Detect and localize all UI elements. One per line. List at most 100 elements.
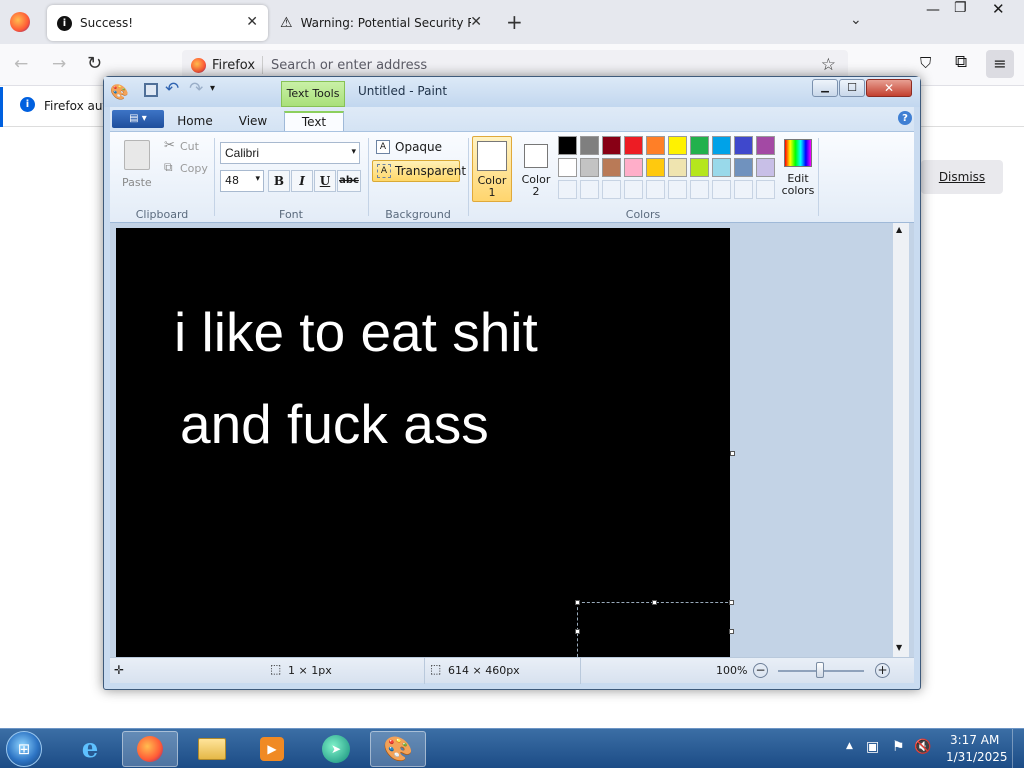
palette-swatch[interactable] [624,158,643,177]
custom-color-slot[interactable] [734,180,753,199]
paste-icon[interactable] [124,140,150,170]
custom-color-slot[interactable] [756,180,775,199]
bookmark-star-icon[interactable]: ☆ [821,55,836,75]
minimize-icon[interactable]: — [926,2,940,18]
edit-colors-button[interactable]: Edit colors [778,136,818,202]
palette-swatch[interactable] [558,158,577,177]
custom-color-slot[interactable] [624,180,643,199]
font-size-select[interactable]: 48 ▾ [220,170,264,192]
redo-icon[interactable]: ↷ [189,79,203,99]
palette-swatch[interactable] [624,136,643,155]
cut-icon[interactable]: ✂ [164,138,175,153]
scroll-down-icon[interactable]: ▼ [896,643,902,652]
clock-date[interactable]: 1/31/2025 [946,750,1008,764]
palette-swatch[interactable] [734,136,753,155]
tab-success[interactable]: i Success! ✕ [47,5,268,41]
undo-icon[interactable]: ↶ [165,79,179,99]
help-icon[interactable]: ? [898,111,912,125]
maximize-button[interactable]: ☐ [839,79,865,97]
copy-icon[interactable]: ⧉ [164,160,173,175]
minimize-button[interactable]: ▁ [812,79,838,97]
palette-swatch[interactable] [734,158,753,177]
palette-swatch[interactable] [690,158,709,177]
taskbar-paint[interactable]: 🎨 [370,731,426,767]
selection-handle[interactable] [729,600,734,605]
selection-handle[interactable] [652,600,657,605]
close-tab-icon[interactable]: ✕ [470,14,482,30]
drawing-canvas[interactable]: i like to eat shit and fuck ass [116,228,730,657]
dismiss-button[interactable]: Dismiss [921,160,1003,194]
strikethrough-button[interactable]: abc [337,170,361,192]
extensions-icon[interactable]: ⧉ [955,52,967,72]
font-family-select[interactable]: Calibri ▾ [220,142,360,164]
palette-swatch[interactable] [602,158,621,177]
action-center-flag-icon[interactable]: ⚑ [892,739,905,755]
palette-swatch[interactable] [690,136,709,155]
palette-swatch[interactable] [646,158,665,177]
clock-time[interactable]: 3:17 AM [950,733,999,747]
palette-swatch[interactable] [558,136,577,155]
taskbar-ie[interactable]: e [62,731,118,767]
palette-swatch[interactable] [580,136,599,155]
reload-icon[interactable]: ↻ [87,53,102,74]
zoom-out-button[interactable]: − [753,663,768,678]
opaque-button[interactable]: Opaque [395,140,442,154]
back-icon[interactable]: ← [14,54,28,74]
underline-button[interactable]: U [314,170,336,192]
paste-button[interactable]: Paste [122,176,152,189]
color2-button[interactable]: Color 2 [516,136,556,202]
custom-color-slot[interactable] [558,180,577,199]
list-tabs-chevron-icon[interactable]: ⌄ [850,12,862,28]
copy-button[interactable]: Copy [180,162,208,175]
palette-swatch[interactable] [712,158,731,177]
cut-button[interactable]: Cut [180,140,199,153]
new-tab-button[interactable]: + [506,10,523,34]
restore-icon[interactable]: ❐ [954,0,967,16]
start-button[interactable]: ⊞ [6,731,42,767]
taskbar-firefox[interactable] [122,731,178,767]
pocket-icon[interactable]: ⛉ [920,54,931,72]
text-selection-box[interactable] [577,602,730,657]
tab-warning[interactable]: ⚠ Warning: Potential Security Risk Ahead… [270,5,492,41]
vertical-scrollbar[interactable]: ▲ ▼ [893,223,909,657]
zoom-slider-thumb[interactable] [816,662,824,678]
show-desktop-button[interactable] [1012,729,1024,769]
tab-home[interactable]: Home [170,111,220,131]
volume-muted-icon[interactable]: 🔇 [914,739,931,755]
custom-color-slot[interactable] [646,180,665,199]
selection-handle[interactable] [575,629,580,634]
palette-swatch[interactable] [602,136,621,155]
taskbar-media-player[interactable]: ▶ [244,731,300,767]
custom-color-slot[interactable] [602,180,621,199]
close-button[interactable]: ✕ [866,79,912,97]
palette-swatch[interactable] [668,136,687,155]
close-window-icon[interactable]: ✕ [992,0,1005,18]
color1-button[interactable]: Color 1 [472,136,512,202]
app-menu-icon[interactable]: ≡ [986,50,1014,78]
tab-text[interactable]: Text [284,111,344,131]
customize-qat-icon[interactable]: ▾ [210,83,215,94]
transparent-button[interactable]: A Transparent [372,160,466,182]
network-icon[interactable]: ▣ [866,739,879,755]
palette-swatch[interactable] [646,136,665,155]
firefox-menu-icon[interactable] [10,12,30,32]
taskbar-app[interactable]: ➤ [308,731,364,767]
italic-button[interactable]: I [291,170,313,192]
taskbar-explorer[interactable] [184,731,240,767]
paint-menu-button[interactable]: ▤ ▾ [112,110,164,128]
zoom-in-button[interactable]: + [875,663,890,678]
palette-swatch[interactable] [668,158,687,177]
palette-swatch[interactable] [756,158,775,177]
custom-color-slot[interactable] [712,180,731,199]
close-tab-icon[interactable]: ✕ [246,14,258,30]
show-hidden-icons[interactable]: ▲ [846,741,853,751]
palette-swatch[interactable] [712,136,731,155]
custom-color-slot[interactable] [668,180,687,199]
bold-button[interactable]: B [268,170,290,192]
selection-handle[interactable] [729,629,734,634]
forward-icon[interactable]: → [52,54,66,74]
palette-swatch[interactable] [756,136,775,155]
scroll-up-icon[interactable]: ▲ [896,225,902,234]
canvas-resize-handle[interactable] [730,451,735,456]
selection-handle[interactable] [575,600,580,605]
